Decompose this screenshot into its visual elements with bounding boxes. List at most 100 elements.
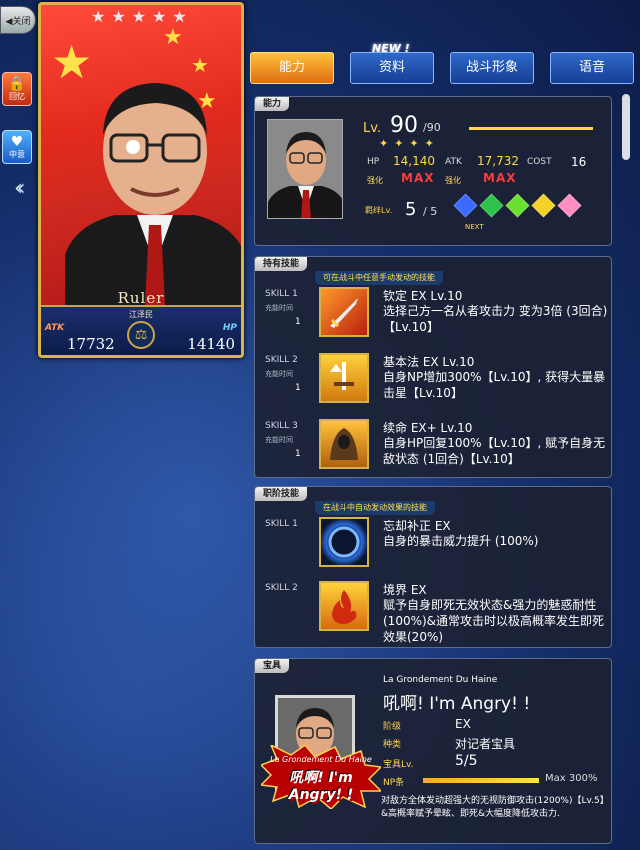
skill-description: 自身NP增加300%【Lv.10】, 获得大量暴击星【Lv.10】 [383,370,606,400]
skill-title: 境界 EX [383,583,427,597]
active-skills-header: 持有技能 [255,257,308,271]
card-atk-label: ATK [45,323,65,333]
ruler-class-icon: ⚖ [127,321,155,349]
heart-icon: ♥ [10,133,24,150]
skill-cooldown-label: 充能时间 [265,436,293,444]
skill-cooldown-label: 充能时间 [265,304,293,312]
rarity-stars: ★★★★★ [91,7,193,26]
skill-tag: SKILL 3 [265,421,298,431]
servant-card: ★ ★ ★ ★ ★ ★★★★★ Ruler 江泽民 ATK HP 17732 1… [38,2,244,358]
skill-cooldown-label: 充能时间 [265,370,293,378]
skill-title: 续命 EX+ Lv.10 [383,421,473,435]
flame-icon [319,581,369,631]
level-bar [469,127,593,130]
favorite-button[interactable]: ♥ 中意 [2,130,32,164]
skill-cooldown: 1 [295,383,301,393]
scrollbar[interactable] [622,94,630,160]
class-skill-2[interactable]: SKILL 2 境界 EX 赋予自身即死无效状态&强力的魅惑耐性(100%)&通… [255,581,611,645]
np-gauge-max: Max 300% [545,773,598,784]
servant-thumbnail [267,119,343,219]
skill-description: 自身HP回复100%【Lv.10】, 赋予自身无敌状态 (1回合)【Lv.10】 [383,436,606,466]
hp-max: MAX [401,171,435,185]
sword-up-icon [319,353,369,403]
skill-cooldown: 1 [295,317,301,327]
tab-battle-sprite[interactable]: 战斗形象 [450,52,534,84]
next-label: NEXT [465,223,484,231]
class-skills-panel: 职阶技能 在战斗中自动发动效果的技能 SKILL 1 忘却补正 EX 自身的暴击… [254,486,612,648]
collapse-chevron-icon[interactable]: ‹‹ [14,176,25,201]
servant-portrait [65,83,241,305]
bond-label: 羁绊Lv. [365,206,393,215]
np-rank: EX [455,717,471,731]
tab-profile[interactable]: 资料 [350,52,434,84]
active-skills-subheader: 可在战斗中任意手动发动的技能 [315,271,443,285]
level-bar-fill [469,127,593,130]
card-class: Ruler [117,289,165,307]
ability-panel: 能力 Lv. 90 /90 ✦✦✦✦ HP 14,140 ATK 17,732 … [254,96,612,246]
skill-tag: SKILL 1 [265,519,298,529]
noble-phantasm-header: 宝具 [255,659,290,673]
skill-tag: SKILL 2 [265,583,298,593]
atk-enhance-label: 强化 [445,176,461,185]
active-skill-2[interactable]: SKILL 2 充能时间 1 基本法 EX Lv.10 自身NP增加300%【L… [255,353,611,413]
skill-title: 钦定 EX Lv.10 [383,289,463,303]
cost-label: COST [527,157,552,167]
cloak-icon [319,419,369,469]
star-icon: ★ [163,25,183,50]
bond-gem-icon [505,193,530,218]
level-label: Lv. [363,121,382,136]
np-rank-label: 阶级 [383,722,402,732]
active-skill-1[interactable]: SKILL 1 充能时间 1 钦定 EX Lv.10 选择己方一名从者攻击力 变… [255,287,611,347]
hp-label: HP [367,157,380,167]
close-button[interactable]: ◀关闭 [0,6,36,34]
skill-description: 自身的暴击威力提升 (100%) [383,534,539,548]
skill-description: 赋予自身即死无效状态&强力的魅惑耐性(100%)&通常攻击时以极高概率发生即死效… [383,598,605,644]
favorite-label: 中意 [9,149,25,159]
np-level: 5/5 [455,753,478,769]
bond-gem-icon [453,193,478,218]
np-description: 对敌方全体发动超强大的无视防御攻击(1200%)【Lv.5】&高概率赋予晕眩、即… [381,796,605,819]
card-hp: 14140 [187,335,235,353]
np-gauge-fill [423,778,539,783]
class-skills-header: 职阶技能 [255,487,308,501]
active-skills-panel: 持有技能 可在战斗中任意手动发动的技能 SKILL 1 充能时间 1 钦定 EX… [254,256,612,478]
upgrade-stars: ✦✦✦✦ [379,137,440,150]
noble-phantasm-panel: 宝具 La Grondement Du Haine 吼啊! I'm Angry!… [254,658,612,844]
skill-title: 基本法 EX Lv.10 [383,355,475,369]
bond-gems [453,193,582,218]
ring-icon [319,517,369,567]
np-name: 吼啊! I'm Angry! ! [383,694,531,714]
tab-voice[interactable]: 语音 [550,52,634,84]
np-gauge [423,778,539,783]
class-skill-1[interactable]: SKILL 1 忘却补正 EX 自身的暴击威力提升 (100%) [255,517,611,577]
memory-label: 回忆 [9,91,25,101]
ability-header: 能力 [255,97,290,111]
bond-value: 5 [405,199,417,220]
atk-label: ATK [445,157,462,167]
card-hp-label: HP [222,323,237,333]
card-atk: 17732 [67,335,115,353]
np-level-label: 宝具Lv. [383,760,414,770]
skill-description: 选择己方一名从者攻击力 变为3倍 (3回合) 【Lv.10】 [383,304,608,334]
hp-value: 14,140 [393,154,435,168]
card-art: ★ ★ ★ ★ ★ [41,5,241,305]
skill-cooldown: 1 [295,449,301,459]
atk-max: MAX [483,171,517,185]
bond-max: / 5 [423,205,438,218]
sword-icon [319,287,369,337]
memory-button[interactable]: 🔒 回忆 [2,72,32,106]
active-skill-3[interactable]: SKILL 3 充能时间 1 续命 EX+ Lv.10 自身HP回复100%【L… [255,419,611,479]
bond-gem-icon [531,193,556,218]
level-max: /90 [423,121,441,134]
cost-value: 16 [571,155,587,169]
tab-ability[interactable]: 能力 [250,52,334,84]
class-skills-subheader: 在战斗中自动发动效果的技能 [315,501,435,515]
np-burst-title: 吼啊! I'm Angry! ! [288,770,354,803]
skill-title: 忘却补正 EX [383,519,451,533]
skill-tag: SKILL 2 [265,355,298,365]
np-name-en: La Grondement Du Haine [383,675,498,685]
bond-gem-icon [479,193,504,218]
hp-enhance-label: 强化 [367,176,383,185]
bond-gem-icon [557,193,582,218]
skill-tag: SKILL 1 [265,289,298,299]
